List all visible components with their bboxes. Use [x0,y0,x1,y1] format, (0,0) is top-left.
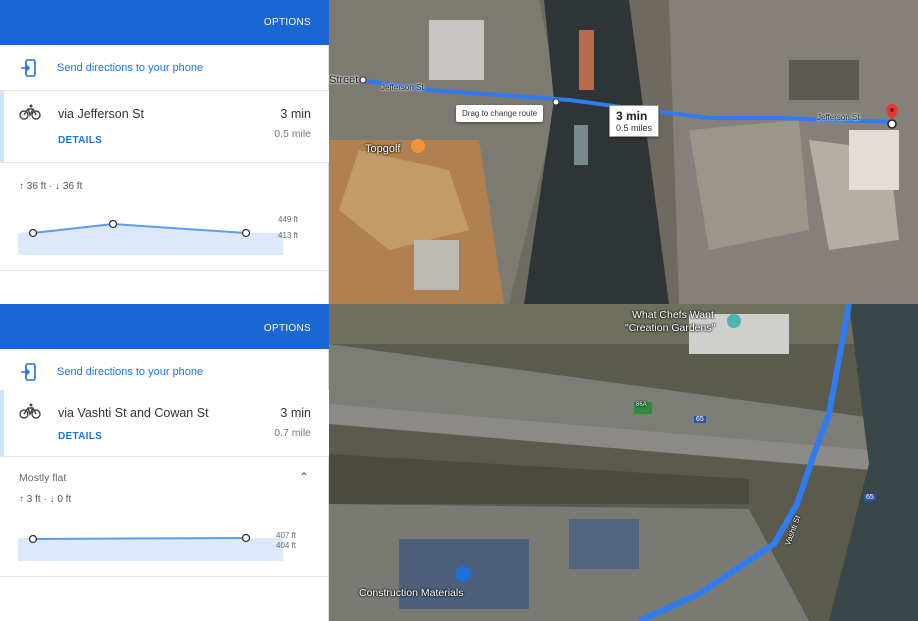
elevation-profile-chart [18,533,283,561]
directions-sidebar: OPTIONS Send directions to your phone vi… [0,304,329,621]
satellite-map[interactable]: Street Jefferson St Jefferson St Drag to… [329,0,918,304]
poi-creation-gardens[interactable]: "Creation Gardens" [625,322,715,334]
selected-route-indicator [0,390,4,456]
route-time: 3 min [280,406,311,420]
road-label-jefferson-1: Jefferson St [381,83,424,92]
header-bar: OPTIONS [0,0,329,45]
elevation-max-label: 407 ft [276,531,297,540]
route-via: via Vashti St and Cowan St [58,406,209,420]
poi-topgolf[interactable]: Topgolf [365,143,400,155]
route-option[interactable]: via Vashti St and Cowan St DETAILS 3 min… [0,390,329,457]
details-link[interactable]: DETAILS [58,135,102,146]
elevation-profile-chart [18,219,283,255]
send-to-phone-label[interactable]: Send directions to your phone [57,366,203,378]
options-button[interactable]: OPTIONS [264,323,311,334]
drag-route-tooltip: Drag to change route [456,105,544,122]
elevation-gain-loss: ↑ 36 ft · ↓ 36 ft [19,181,83,192]
send-to-phone-icon [21,59,36,77]
elevation-section: Mostly flat ⌃ ↑ 3 ft · ↓ 0 ft 407 ft 404… [0,457,329,577]
elevation-min-label: 404 ft [276,541,297,550]
selected-route-indicator [0,91,4,162]
satellite-imagery [329,0,918,304]
elevation-min-label: 413 ft [278,231,299,240]
bicycle-icon [19,403,41,419]
elevation-gain-loss: ↑ 3 ft · ↓ 0 ft [19,494,72,505]
bicycle-icon [19,104,41,120]
interstate-shield-65: 65 [694,416,706,423]
send-to-phone-label[interactable]: Send directions to your phone [57,62,203,74]
map-route-time: 3 min [616,109,648,123]
satellite-imagery [329,304,918,621]
elevation-section: ↑ 36 ft · ↓ 36 ft 449 ft 413 ft [0,163,329,271]
directions-panel-bottom: OPTIONS Send directions to your phone vi… [0,304,918,621]
route-info-box[interactable]: 3 min 0.5 miles [609,105,660,137]
route-distance: 0.5 mile [274,128,311,140]
elevation-summary: Mostly flat [19,472,67,484]
highway-shield-86a: 86A [636,402,647,408]
poi-construction-materials[interactable]: Construction Materials [359,587,463,599]
poi-what-chefs-want[interactable]: What Chefs Want [632,309,714,321]
route-option[interactable]: via Jefferson St DETAILS 3 min 0.5 mile [0,91,329,163]
directions-sidebar: OPTIONS Send directions to your phone vi… [0,0,329,304]
chevron-up-icon[interactable]: ⌃ [299,470,309,484]
road-label-jefferson-2: Jefferson St [817,113,860,122]
street-label: Street [329,74,359,86]
options-button[interactable]: OPTIONS [264,17,311,28]
send-to-phone-row[interactable]: Send directions to your phone [0,349,329,395]
send-to-phone-icon [21,363,36,381]
route-time: 3 min [280,107,311,121]
route-distance: 0.7 mile [274,427,311,439]
details-link[interactable]: DETAILS [58,431,102,442]
map-route-distance: 0.5 miles [616,123,653,133]
interstate-shield-65-east: 65 [864,494,876,501]
directions-panel-top: OPTIONS Send directions to your phone vi… [0,0,918,304]
route-via: via Jefferson St [58,107,144,121]
satellite-map[interactable]: What Chefs Want "Creation Gardens" Const… [329,304,918,621]
send-to-phone-row[interactable]: Send directions to your phone [0,45,329,91]
elevation-max-label: 449 ft [278,215,299,224]
header-bar: OPTIONS [0,304,329,349]
